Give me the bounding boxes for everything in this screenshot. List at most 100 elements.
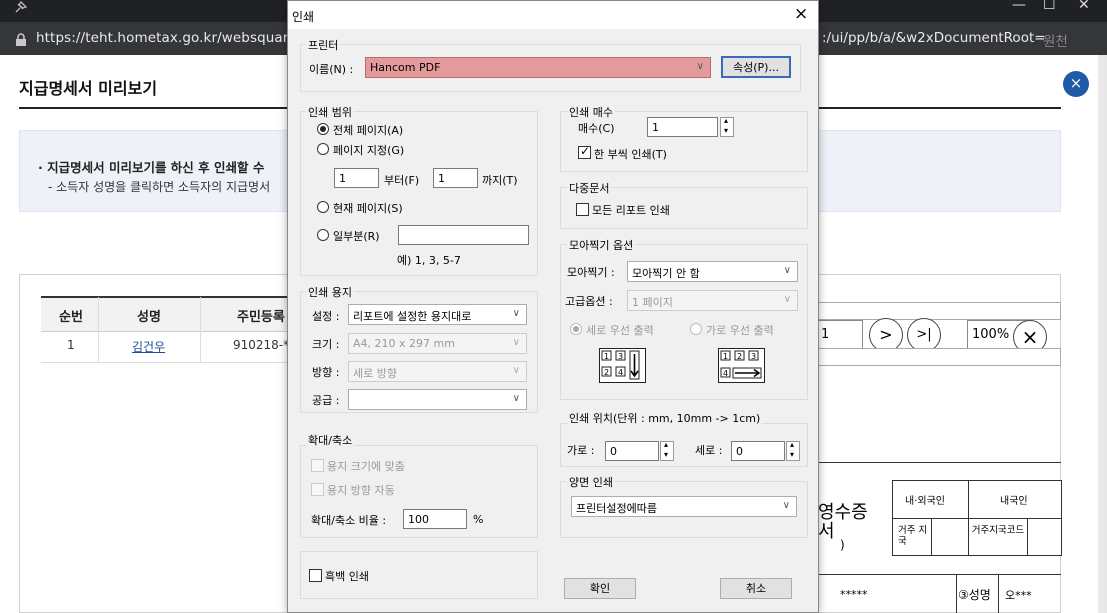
svg-text:1: 1 <box>723 352 728 361</box>
receipt-paren: ) <box>840 538 845 552</box>
vertical-first-label: 세로 우선 출력 <box>586 324 654 337</box>
mono-label: 흑백 인쇄 <box>325 570 369 583</box>
header-seq: 순번 <box>59 310 83 325</box>
paper-orient-label: 방향 : <box>312 366 340 379</box>
position-h-input[interactable]: 0 <box>605 441 659 461</box>
page-select-radio[interactable] <box>317 143 329 155</box>
paper-orient-select[interactable]: 세로 방향 ∨ <box>348 361 527 382</box>
document-rule <box>818 574 1061 575</box>
svg-text:1: 1 <box>604 352 609 361</box>
vertical-first-radio[interactable] <box>570 323 582 335</box>
advanced-select[interactable]: 1 페이지 ∨ <box>627 290 798 311</box>
all-reports-checkbox[interactable] <box>576 203 589 216</box>
all-pages-radio[interactable] <box>317 123 329 135</box>
dialog-title: 인쇄 <box>292 10 315 24</box>
name-value: 오*** <box>1005 589 1032 602</box>
table-divider <box>956 575 957 613</box>
partial-pages-input[interactable] <box>398 225 529 245</box>
to-label: 까지(T) <box>482 174 518 187</box>
ok-button[interactable]: 확인 <box>564 578 636 599</box>
paper-setting-select[interactable]: 리포트에 설정한 용지대로 ∨ <box>348 304 527 325</box>
copies-count-label: 매수(C) <box>578 122 615 135</box>
position-v-input[interactable]: 0 <box>731 441 785 461</box>
copies-count-input[interactable]: 1 <box>647 117 718 137</box>
auto-orient-checkbox[interactable] <box>311 483 324 496</box>
close-icon[interactable]: × <box>1063 71 1089 97</box>
maximize-icon[interactable]: ☐ <box>1043 0 1056 13</box>
all-reports-label: 모든 리포트 인쇄 <box>592 204 670 217</box>
partial-example: 예) 1, 3, 5-7 <box>397 254 461 267</box>
printer-name-label: 이름(N) : <box>309 63 354 76</box>
url-text[interactable]: https://teht.hometax.go.kr/websquare/p <box>36 30 310 46</box>
duplex-select[interactable]: 프린터설정에따름 ∨ <box>571 496 797 517</box>
copies-spinner[interactable] <box>720 116 734 137</box>
position-h-spinner[interactable] <box>660 440 674 461</box>
chevron-down-icon: ∨ <box>782 500 790 511</box>
partial-radio[interactable] <box>317 229 329 241</box>
table-divider <box>931 518 932 556</box>
window-close-icon[interactable]: ✕ <box>1078 0 1090 13</box>
table-divider <box>1027 518 1028 556</box>
scrollbar[interactable] <box>1098 55 1107 613</box>
svg-text:4: 4 <box>723 369 728 378</box>
copies-group-label: 인쇄 매수 <box>567 104 615 120</box>
fit-paper-label: 용지 크기에 맞춤 <box>327 460 405 473</box>
nup-value: 모아찍기 안 함 <box>632 267 700 280</box>
nup-select[interactable]: 모아찍기 안 함 ∨ <box>627 261 798 282</box>
paper-size-select[interactable]: A4, 210 x 297 mm ∨ <box>348 333 527 354</box>
dialog-titlebar <box>288 1 818 29</box>
printer-name-select[interactable]: Hancom PDF ∨ <box>365 57 711 78</box>
earner-name-link[interactable]: 김건우 <box>132 338 165 355</box>
receipt-title-2: 서 <box>818 521 835 542</box>
horizontal-order-icon: 1 2 3 4 <box>718 348 766 384</box>
notice-line-1: · 지급명세서 미리보기를 하신 후 인쇄할 수 <box>38 160 265 175</box>
all-pages-label: 전체 페이지(A) <box>333 124 404 137</box>
position-v-spinner[interactable] <box>786 440 800 461</box>
current-page-radio[interactable] <box>317 201 329 213</box>
chevron-down-icon: ∨ <box>512 308 520 319</box>
paper-orient-value: 세로 방향 <box>353 367 397 380</box>
from-page-input[interactable]: 1 <box>334 168 379 188</box>
dialog-close-icon[interactable]: × <box>794 4 808 24</box>
residence-label: 거주 지국 <box>898 525 928 547</box>
nup-label: 모아찍기 : <box>567 266 615 279</box>
printer-group-label: 프린터 <box>306 37 341 53</box>
header-ssn: 주민등록 <box>237 310 285 325</box>
horizontal-first-radio[interactable] <box>690 323 702 335</box>
mono-checkbox[interactable] <box>309 569 322 582</box>
nup-group-label: 모아찍기 옵션 <box>567 237 636 253</box>
chevron-down-icon: ∨ <box>512 337 520 348</box>
preview-toolbar-strip <box>818 302 1061 320</box>
print-range-group-label: 인쇄 범위 <box>306 104 354 120</box>
minimize-icon[interactable]: — <box>1012 0 1026 13</box>
page-number-input[interactable]: 1 <box>818 320 863 350</box>
next-page-icon[interactable]: > <box>869 318 903 352</box>
table-divider <box>998 575 999 613</box>
scale-group-label: 확대/축소 <box>306 432 355 448</box>
pin-icon[interactable] <box>12 0 28 18</box>
page-select-label: 페이지 지정(G) <box>333 144 405 157</box>
scale-ratio-input[interactable]: 100 <box>403 509 467 529</box>
cancel-button[interactable]: 취소 <box>720 578 792 599</box>
percent-label: % <box>473 513 484 526</box>
fit-paper-checkbox[interactable] <box>311 459 324 472</box>
to-page-input[interactable]: 1 <box>433 168 478 188</box>
name-label: ③성명 <box>958 588 991 602</box>
foreigner-label: 내·외국인 <box>905 496 945 507</box>
paper-feed-select[interactable]: ∨ <box>348 389 527 410</box>
svg-text:3: 3 <box>618 352 623 361</box>
collate-label: 한 부씩 인쇄(T) <box>594 148 667 161</box>
current-page-label: 현재 페이지(S) <box>333 202 403 215</box>
table-divider <box>968 480 969 556</box>
advanced-label: 고급옵션 : <box>565 295 613 308</box>
last-page-icon[interactable]: >| <box>907 318 941 352</box>
horizontal-first-label: 가로 우선 출력 <box>706 324 774 337</box>
from-label: 부터(F) <box>384 174 420 187</box>
notice-line-2: - 소득자 성명을 클릭하면 소득자의 지급명서 <box>48 180 271 194</box>
properties-button[interactable]: 속성(P)... <box>721 56 791 78</box>
collate-checkbox[interactable] <box>578 144 591 159</box>
svg-text:3: 3 <box>751 352 756 361</box>
paper-setting-value: 리포트에 설정한 용지대로 <box>353 310 472 323</box>
chevron-down-icon: ∨ <box>783 294 791 305</box>
url-text-right[interactable]: :/ui/pp/b/a/&w2xDocumentRoot= <box>822 30 1046 46</box>
